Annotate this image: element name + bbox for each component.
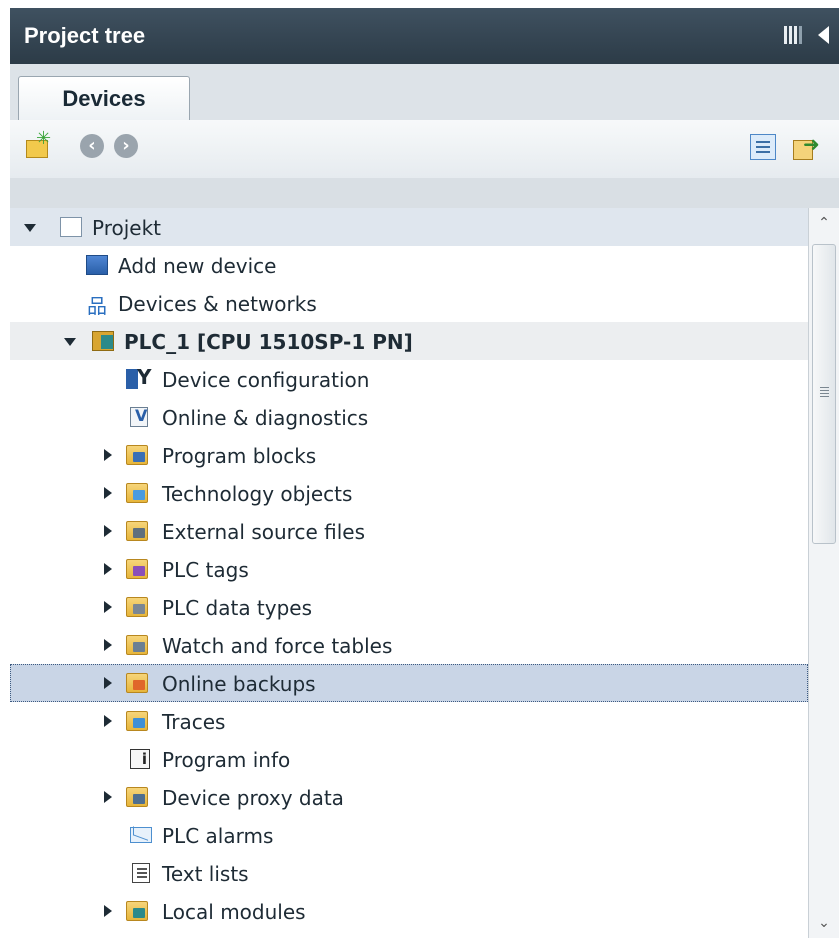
text-lists-icon xyxy=(132,863,150,883)
tree-item-plc-tags[interactable]: PLC tags xyxy=(10,550,808,588)
expand-arrow-icon[interactable] xyxy=(104,905,112,917)
tree-item-plc-alarms[interactable]: PLC alarms xyxy=(10,816,808,854)
new-project-icon[interactable]: ✳ xyxy=(26,128,52,158)
tree-item-label: External source files xyxy=(162,520,365,544)
back-icon[interactable]: ‹ xyxy=(80,134,104,158)
scrollbar-thumb[interactable] xyxy=(812,244,836,544)
forward-icon[interactable]: › xyxy=(114,134,138,158)
tree-item-local-modules[interactable]: Local modules xyxy=(10,892,808,930)
tree-item-label: Add new device xyxy=(118,254,277,278)
tree-item-label: Device proxy data xyxy=(162,786,344,810)
expand-arrow-icon[interactable] xyxy=(104,677,112,689)
tree-item-devices-networks[interactable]: Devices & networks xyxy=(10,284,808,322)
tree-item-label: Devices & networks xyxy=(118,292,317,316)
expand-arrow-icon[interactable] xyxy=(104,487,112,499)
project-icon xyxy=(60,217,82,237)
plc-icon xyxy=(92,331,114,351)
tree-item-label: PLC alarms xyxy=(162,824,274,848)
tree-item-label: Text lists xyxy=(162,862,249,886)
traces-folder-icon xyxy=(126,711,148,731)
tree-item-plc-data-types[interactable]: PLC data types xyxy=(10,588,808,626)
export-icon[interactable]: ➜ xyxy=(793,132,821,160)
tree-item-projekt[interactable]: Projekt xyxy=(10,208,808,246)
tree-item-label: Program blocks xyxy=(162,444,317,468)
layout-columns-icon[interactable] xyxy=(784,26,802,44)
panel-title: Project tree xyxy=(24,23,146,48)
detail-view-icon[interactable] xyxy=(750,134,776,160)
expand-arrow-icon[interactable] xyxy=(104,639,112,651)
tree-item-external-source-files[interactable]: External source files xyxy=(10,512,808,550)
tree-item-label: Local modules xyxy=(162,900,306,924)
alarms-icon xyxy=(130,827,152,843)
tree-item-add-new-device[interactable]: Add new device xyxy=(10,246,808,284)
technology-objects-folder-icon xyxy=(126,483,148,503)
panel-title-bar: Project tree xyxy=(10,8,839,64)
tree-item-label: Program info xyxy=(162,748,291,772)
expand-arrow-icon[interactable] xyxy=(104,715,112,727)
tree-item-label: Traces xyxy=(162,710,226,734)
scroll-down-icon[interactable]: ⌄ xyxy=(813,912,835,934)
tree-item-label: Technology objects xyxy=(162,482,353,506)
external-source-folder-icon xyxy=(126,521,148,541)
scroll-up-icon[interactable]: ⌃ xyxy=(813,212,835,234)
expand-arrow-icon[interactable] xyxy=(104,791,112,803)
network-icon xyxy=(86,290,108,319)
grip-icon xyxy=(820,387,829,397)
tree-item-traces[interactable]: Traces xyxy=(10,702,808,740)
tree-item-label: Device configuration xyxy=(162,368,370,392)
program-info-icon xyxy=(130,749,150,769)
tree-item-text-lists[interactable]: Text lists xyxy=(10,854,808,892)
tree-item-online-diagnostics[interactable]: Online & diagnostics xyxy=(10,398,808,436)
tree-toolbar: ✳ ‹ › ➜ xyxy=(10,120,839,178)
tree-item-label: Online & diagnostics xyxy=(162,406,369,430)
tree-item-device-proxy-data[interactable]: Device proxy data xyxy=(10,778,808,816)
add-device-icon xyxy=(86,255,108,275)
tree-item-label: Projekt xyxy=(92,216,162,240)
collapse-panel-icon[interactable] xyxy=(818,26,829,44)
tree-item-label: PLC_1 [CPU 1510SP-1 PN] xyxy=(124,330,413,354)
online-backups-folder-icon xyxy=(126,673,148,693)
tree-item-program-blocks[interactable]: Program blocks xyxy=(10,436,808,474)
column-header-band xyxy=(10,178,839,209)
device-proxy-folder-icon xyxy=(126,787,148,807)
tree-item-program-info[interactable]: Program info xyxy=(10,740,808,778)
expand-arrow-icon[interactable] xyxy=(64,338,76,346)
tree-item-label: PLC tags xyxy=(162,558,249,582)
program-blocks-folder-icon xyxy=(126,445,148,465)
tree-item-technology-objects[interactable]: Technology objects xyxy=(10,474,808,512)
expand-arrow-icon[interactable] xyxy=(104,563,112,575)
expand-arrow-icon[interactable] xyxy=(104,525,112,537)
tree-item-label: PLC data types xyxy=(162,596,313,620)
expand-arrow-icon[interactable] xyxy=(104,601,112,613)
diagnostics-icon xyxy=(130,406,148,427)
project-tree: Projekt Add new device Devices & network… xyxy=(10,208,839,938)
expand-arrow-icon[interactable] xyxy=(24,224,36,232)
tree-item-watch-force-tables[interactable]: Watch and force tables xyxy=(10,626,808,664)
tree-item-plc-1[interactable]: PLC_1 [CPU 1510SP-1 PN] xyxy=(10,322,808,360)
tree-item-online-backups[interactable]: Online backups xyxy=(10,664,808,702)
watch-tables-folder-icon xyxy=(126,635,148,655)
project-tree-panel: Project tree Devices ✳ ‹ › ➜ Projekt Add… xyxy=(10,8,839,938)
plc-data-types-folder-icon xyxy=(126,597,148,617)
tree-item-label: Online backups xyxy=(162,672,316,696)
local-modules-folder-icon xyxy=(126,901,148,921)
tree-item-device-configuration[interactable]: Device configuration xyxy=(10,360,808,398)
tab-strip: Devices xyxy=(10,64,839,121)
expand-arrow-icon[interactable] xyxy=(104,449,112,461)
vertical-scrollbar[interactable]: ⌃ ⌄ xyxy=(808,208,839,938)
tree-item-label: Watch and force tables xyxy=(162,634,393,658)
plc-tags-folder-icon xyxy=(126,559,148,579)
device-config-icon xyxy=(126,365,151,389)
tab-devices[interactable]: Devices xyxy=(18,76,190,121)
